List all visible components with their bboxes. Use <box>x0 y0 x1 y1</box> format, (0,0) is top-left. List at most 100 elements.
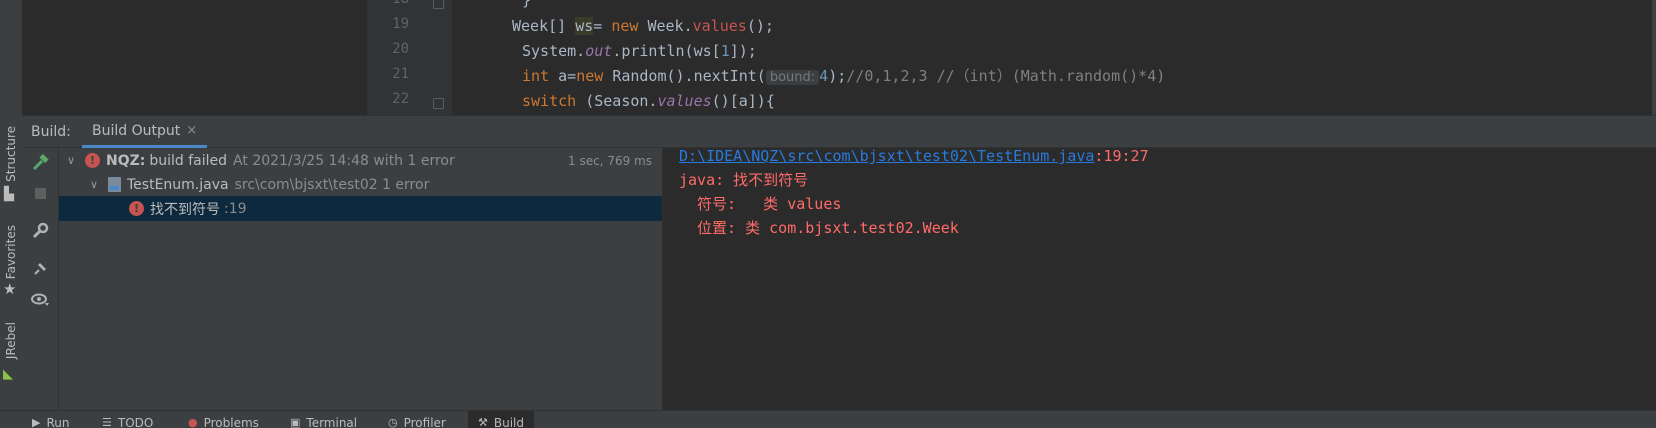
line-number: 19 <box>392 16 409 32</box>
tab-profiler[interactable]: ◷ Profiler <box>388 411 446 428</box>
code-comment: //0,1,2,3 //（int）(Math.random()*4) <box>846 67 1166 85</box>
code-token: ); <box>828 67 847 85</box>
code-token: (Season. <box>585 92 658 110</box>
build-console-output[interactable]: D:\IDEA\NQZ\src\com\bjsxt\test02\TestEnu… <box>663 147 1656 410</box>
jrebel-tab-label: JRebel <box>4 322 18 360</box>
code-line-19: Week[] ws= new Week.values(); <box>512 14 774 38</box>
code-area[interactable]: } Week[] ws= new Week.values(); System.o… <box>452 0 1656 115</box>
error-message: 找不到符号 <box>150 201 220 218</box>
code-token: new <box>576 67 613 85</box>
chevron-down-icon[interactable]: ∨ <box>65 154 77 167</box>
hammer-icon: ⚒ <box>478 416 488 428</box>
code-token: ]); <box>729 42 757 60</box>
file-name: TestEnum.java <box>127 176 229 193</box>
fold-marker-icon[interactable] <box>433 0 444 9</box>
code-token: = <box>593 17 612 35</box>
structure-tab[interactable]: Structure ▙ <box>0 124 22 202</box>
code-token: int <box>522 67 559 85</box>
code-token: a= <box>558 67 577 85</box>
tab-label: TODO <box>117 416 154 428</box>
build-window-title: Build: <box>31 124 71 140</box>
favorites-tab[interactable]: Favorites ★ <box>0 224 22 298</box>
tab-build[interactable]: ⚒ Build <box>468 411 534 428</box>
star-icon: ★ <box>3 280 17 298</box>
console-symbol-line: 符号: 类 values <box>679 195 842 213</box>
code-line-21: int a=new Random().nextInt(bound: 4);//0,… <box>522 64 1165 88</box>
bottom-tool-tabs: ▶ Run ☰ TODO ● Problems ▣ Terminal ◷ Profiler… <box>0 410 1656 428</box>
build-file-node[interactable]: ∨ TestEnum.java src\com\bjsxt\test02 1 e… <box>59 172 662 197</box>
structure-tab-label: Structure <box>4 126 18 182</box>
fold-marker-icon[interactable] <box>433 98 444 109</box>
build-detail: At 2021/3/25 14:48 with 1 error <box>233 152 455 169</box>
tab-label: Build <box>493 416 524 428</box>
terminal-icon: ▣ <box>290 416 301 428</box>
line-number: 21 <box>392 66 409 82</box>
jrebel-icon: ◣ <box>3 367 13 382</box>
hammer-icon[interactable] <box>29 152 51 174</box>
eye-icon[interactable] <box>29 288 51 310</box>
tab-terminal[interactable]: ▣ Terminal <box>290 411 357 428</box>
java-file-icon <box>108 177 121 192</box>
code-token: values <box>692 17 747 35</box>
left-tool-strip: Structure ▙ Favorites ★ JRebel ◣ <box>0 0 23 428</box>
code-line-22: switch (Season.values()[a]){ <box>522 89 775 113</box>
code-editor[interactable]: 18 19 20 21 22 } Week[] ws= new Week.val… <box>22 0 1656 115</box>
tab-label: Terminal <box>306 416 358 428</box>
jrebel-tab[interactable]: JRebel ◣ <box>0 320 22 382</box>
close-icon[interactable]: × <box>186 123 197 138</box>
error-icon: ! <box>85 153 100 168</box>
wrench-icon[interactable] <box>29 220 51 242</box>
code-line-20: System.out.println(ws[1]); <box>522 39 757 63</box>
code-line-18: } <box>522 0 531 12</box>
console-location-line: 位置: 类 com.bjsxt.test02.Week <box>679 219 959 237</box>
code-token: System. <box>522 42 586 60</box>
line-number: 20 <box>392 41 409 57</box>
console-error-line: java: 找不到符号 <box>679 171 809 189</box>
project-name: NQZ: <box>106 152 146 169</box>
code-token: (); <box>746 17 774 35</box>
tab-run[interactable]: ▶ Run <box>32 411 69 428</box>
pin-icon[interactable] <box>29 258 51 280</box>
favorites-tab-label: Favorites <box>4 224 18 280</box>
code-token: switch <box>522 92 586 110</box>
file-path: src\com\bjsxt\test02 1 error <box>234 176 430 193</box>
structure-icon: ▙ <box>4 187 14 202</box>
code-token: 4 <box>819 67 829 85</box>
code-token: } <box>522 0 532 9</box>
chevron-down-icon[interactable]: ∨ <box>88 178 100 191</box>
parameter-hint: bound: <box>765 70 820 85</box>
editor-scrollbar[interactable] <box>1652 0 1656 115</box>
error-icon: ! <box>129 201 144 216</box>
stop-icon[interactable] <box>29 182 51 204</box>
editor-gutter[interactable]: 18 19 20 21 22 <box>367 0 452 115</box>
tab-todo[interactable]: ☰ TODO <box>102 411 153 428</box>
build-error-node[interactable]: ! 找不到符号 :19 <box>59 196 662 221</box>
build-output-tab-label: Build Output <box>92 122 181 139</box>
tab-label: Problems <box>203 416 259 428</box>
tab-label: Run <box>46 416 70 428</box>
source-path-link[interactable]: D:\IDEA\NQZ\src\com\bjsxt\test02\TestEnu… <box>679 147 1094 165</box>
build-root-node[interactable]: ∨ ! NQZ: build failed At 2021/3/25 14:48… <box>59 148 662 173</box>
build-tree[interactable]: ∨ ! NQZ: build failed At 2021/3/25 14:48… <box>59 148 663 410</box>
code-token: ws <box>575 17 594 35</box>
run-icon: ▶ <box>32 416 41 428</box>
tab-build-output[interactable]: Build Output × <box>82 116 208 148</box>
tab-problems[interactable]: ● Problems <box>188 411 259 428</box>
error-line: :19 <box>224 200 247 217</box>
list-icon: ☰ <box>102 416 112 428</box>
code-token: new <box>611 17 648 35</box>
code-token: Random().nextInt( <box>612 67 766 85</box>
code-token: 1 <box>720 42 730 60</box>
code-token: ()[a]){ <box>711 92 775 110</box>
code-token: values <box>657 92 712 110</box>
editor-blank-area <box>22 0 367 115</box>
build-toolbar <box>22 148 59 410</box>
line-number: 22 <box>392 91 409 107</box>
error-position: :19:27 <box>1094 147 1149 165</box>
code-token: .println(ws[ <box>612 42 721 60</box>
code-token: out <box>585 42 613 60</box>
profiler-icon: ◷ <box>388 416 398 428</box>
tab-label: Profiler <box>403 416 446 428</box>
error-icon: ● <box>188 416 198 428</box>
line-number: 18 <box>367 0 409 11</box>
